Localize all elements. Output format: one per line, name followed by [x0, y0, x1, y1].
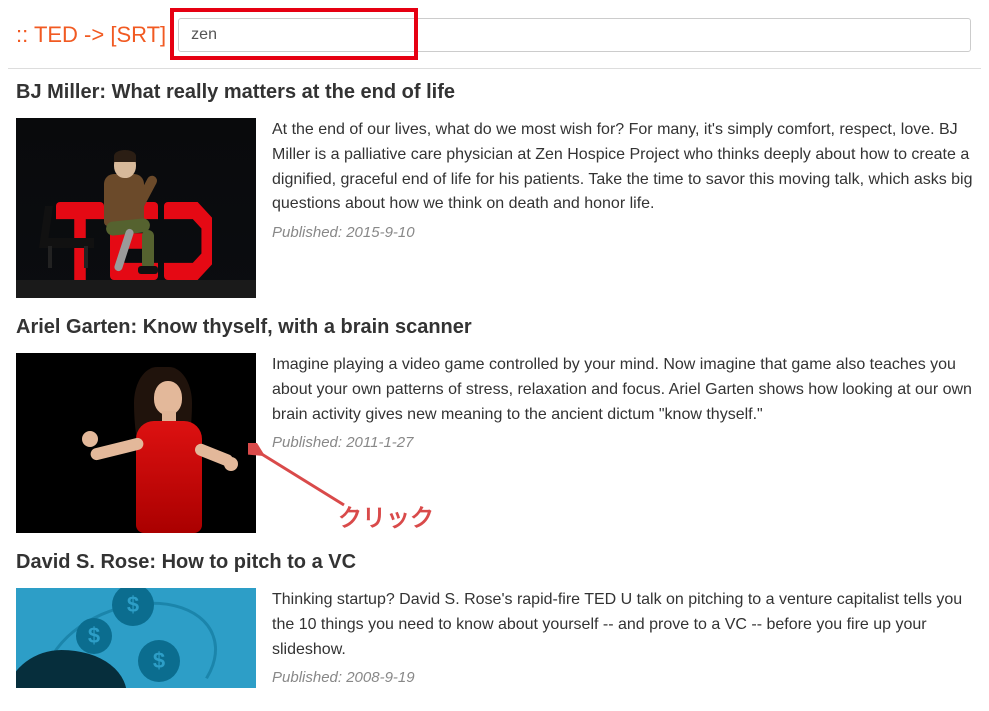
talk-body: Thinking startup? David S. Rose's rapid-… — [16, 588, 973, 690]
talk-item: Ariel Garten: Know thyself, with a brain… — [16, 316, 973, 533]
talk-text: Thinking startup? David S. Rose's rapid-… — [272, 588, 973, 690]
site-title[interactable]: :: TED -> [SRT] — [16, 22, 166, 48]
talk-published: Published: 2011-1-27 — [272, 431, 973, 454]
header: :: TED -> [SRT] — [8, 0, 981, 60]
talk-thumbnail[interactable] — [16, 353, 256, 533]
talk-text: At the end of our lives, what do we most… — [272, 118, 973, 298]
talk-description: Thinking startup? David S. Rose's rapid-… — [272, 588, 973, 662]
talk-title[interactable]: Ariel Garten: Know thyself, with a brain… — [16, 316, 973, 339]
talk-item: David S. Rose: How to pitch to a VC Thin… — [16, 551, 973, 690]
header-divider — [8, 68, 981, 69]
talk-published: Published: 2015-9-10 — [272, 221, 973, 244]
talk-thumbnail[interactable] — [16, 588, 256, 688]
talk-description: At the end of our lives, what do we most… — [272, 118, 973, 217]
search-wrap — [178, 18, 981, 52]
talk-body: Imagine playing a video game controlled … — [16, 353, 973, 533]
talk-title[interactable]: David S. Rose: How to pitch to a VC — [16, 551, 973, 574]
results-list: BJ Miller: What really matters at the en… — [8, 81, 981, 690]
talk-body: At the end of our lives, what do we most… — [16, 118, 973, 298]
talk-published: Published: 2008-9-19 — [272, 666, 973, 689]
talk-thumbnail[interactable] — [16, 118, 256, 298]
talk-item: BJ Miller: What really matters at the en… — [16, 81, 973, 298]
talk-text: Imagine playing a video game controlled … — [272, 353, 973, 533]
talk-description: Imagine playing a video game controlled … — [272, 353, 973, 427]
talk-title[interactable]: BJ Miller: What really matters at the en… — [16, 81, 973, 104]
search-input[interactable] — [178, 18, 971, 52]
